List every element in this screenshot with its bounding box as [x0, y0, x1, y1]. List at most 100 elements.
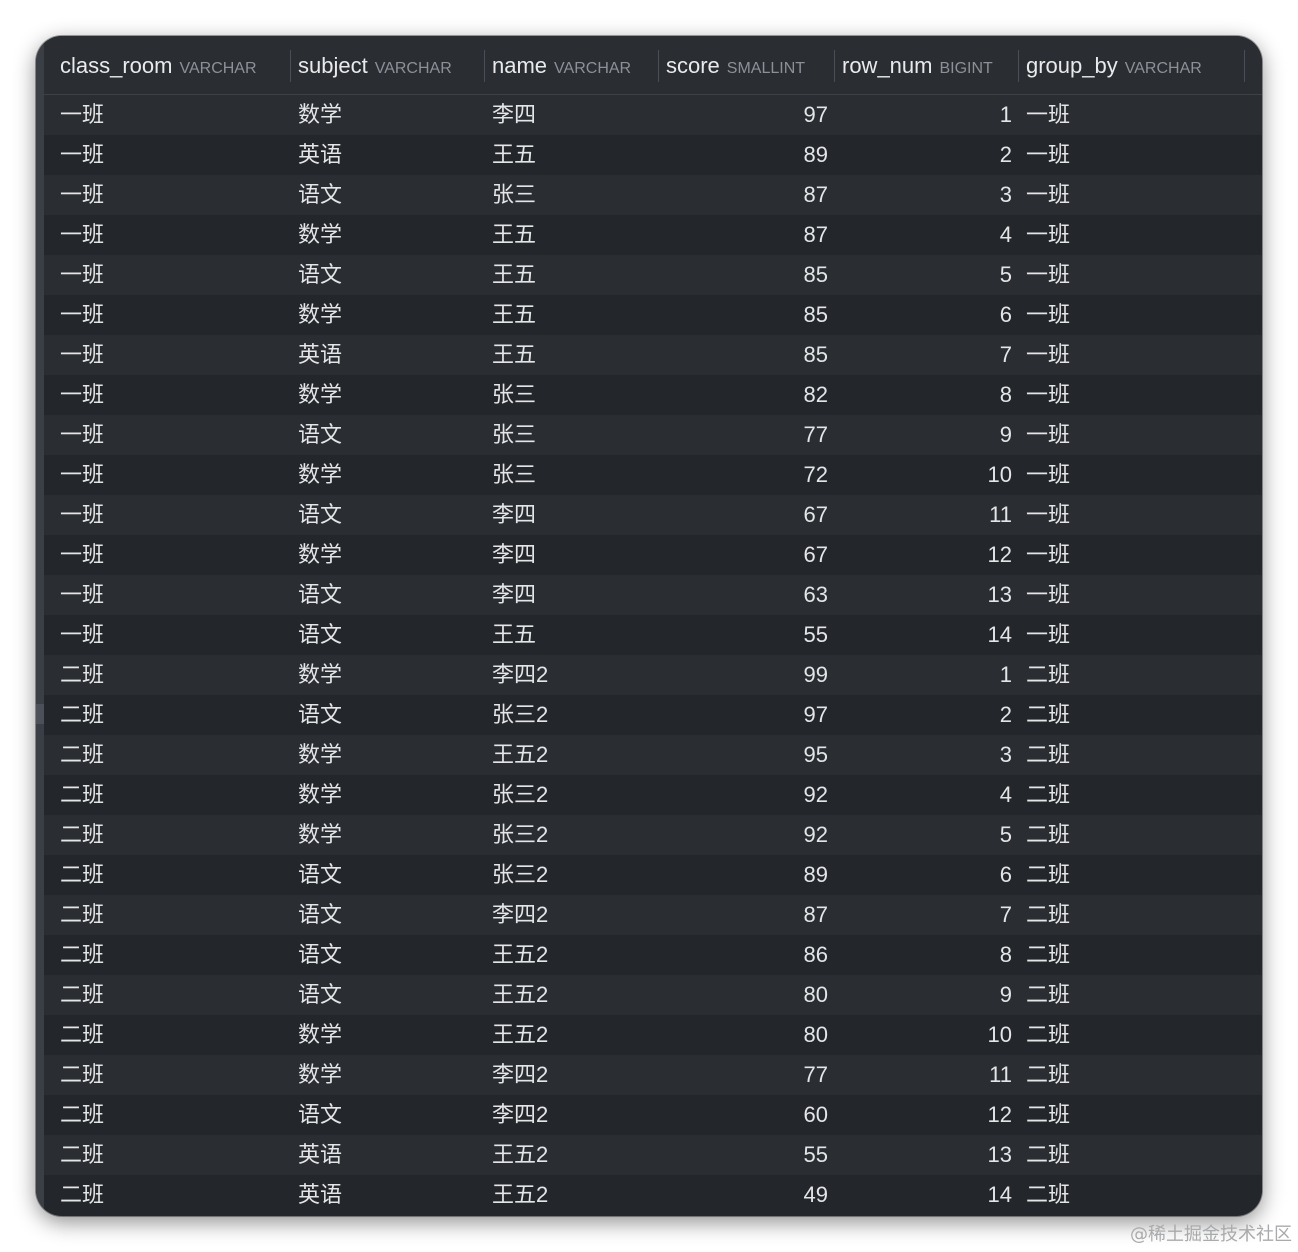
cell-group-by[interactable]: 二班 [1026, 975, 1070, 1015]
cell-group-by[interactable]: 一班 [1026, 95, 1070, 135]
cell-subject[interactable]: 语文 [298, 1095, 342, 1135]
cell-name[interactable]: 李四2 [492, 895, 548, 935]
cell-row-num[interactable]: 13 [844, 1135, 1012, 1175]
cell-name[interactable]: 王五 [492, 215, 536, 255]
cell-class-room[interactable]: 二班 [60, 975, 104, 1015]
cell-group-by[interactable]: 一班 [1026, 495, 1070, 535]
table-row[interactable]: 二班 语文 王五2 80 9 二班 [44, 975, 1262, 1015]
table-row[interactable]: 二班 数学 张三2 92 5 二班 [44, 815, 1262, 855]
table-row[interactable]: 一班 语文 王五 55 14 一班 [44, 615, 1262, 655]
cell-subject[interactable]: 语文 [298, 495, 342, 535]
cell-name[interactable]: 王五2 [492, 935, 548, 975]
cell-name[interactable]: 张三2 [492, 695, 548, 735]
cell-name[interactable]: 王五 [492, 295, 536, 335]
cell-row-num[interactable]: 4 [844, 215, 1012, 255]
cell-group-by[interactable]: 一班 [1026, 415, 1070, 455]
cell-row-num[interactable]: 12 [844, 1095, 1012, 1135]
cell-subject[interactable]: 英语 [298, 335, 342, 375]
table-row[interactable]: 二班 语文 张三2 97 2 二班 [44, 695, 1262, 735]
cell-row-num[interactable]: 14 [844, 615, 1012, 655]
cell-subject[interactable]: 数学 [298, 775, 342, 815]
cell-row-num[interactable]: 3 [844, 735, 1012, 775]
column-header-class-room[interactable]: class_room VARCHAR [60, 36, 288, 94]
cell-row-num[interactable]: 6 [844, 855, 1012, 895]
cell-row-num[interactable]: 4 [844, 775, 1012, 815]
cell-subject[interactable]: 数学 [298, 95, 342, 135]
cell-group-by[interactable]: 一班 [1026, 375, 1070, 415]
table-row[interactable]: 一班 语文 李四 63 13 一班 [44, 575, 1262, 615]
cell-row-num[interactable]: 8 [844, 935, 1012, 975]
cell-class-room[interactable]: 一班 [60, 455, 104, 495]
cell-row-num[interactable]: 11 [844, 495, 1012, 535]
cell-row-num[interactable]: 13 [844, 575, 1012, 615]
cell-score[interactable]: 87 [664, 895, 828, 935]
cell-score[interactable]: 85 [664, 295, 828, 335]
table-row[interactable]: 一班 数学 李四 97 1 一班 [44, 95, 1262, 135]
cell-class-room[interactable]: 一班 [60, 535, 104, 575]
cell-score[interactable]: 92 [664, 775, 828, 815]
cell-score[interactable]: 60 [664, 1095, 828, 1135]
cell-class-room[interactable]: 一班 [60, 615, 104, 655]
cell-row-num[interactable]: 10 [844, 1015, 1012, 1055]
cell-subject[interactable]: 数学 [298, 1015, 342, 1055]
table-row[interactable]: 一班 数学 张三 82 8 一班 [44, 375, 1262, 415]
cell-class-room[interactable]: 二班 [60, 1175, 104, 1215]
cell-name[interactable]: 李四 [492, 535, 536, 575]
column-header-subject[interactable]: subject VARCHAR [298, 36, 484, 94]
cell-score[interactable]: 77 [664, 415, 828, 455]
cell-group-by[interactable]: 二班 [1026, 815, 1070, 855]
cell-row-num[interactable]: 5 [844, 815, 1012, 855]
cell-group-by[interactable]: 一班 [1026, 535, 1070, 575]
column-header-row-num[interactable]: row_num BIGINT [842, 36, 1016, 94]
cell-row-num[interactable]: 8 [844, 375, 1012, 415]
cell-subject[interactable]: 语文 [298, 255, 342, 295]
cell-score[interactable]: 87 [664, 175, 828, 215]
cell-group-by[interactable]: 一班 [1026, 615, 1070, 655]
table-row[interactable]: 一班 数学 王五 85 6 一班 [44, 295, 1262, 335]
cell-score[interactable]: 63 [664, 575, 828, 615]
cell-row-num[interactable]: 2 [844, 695, 1012, 735]
cell-group-by[interactable]: 二班 [1026, 855, 1070, 895]
cell-class-room[interactable]: 一班 [60, 415, 104, 455]
table-row[interactable]: 二班 英语 王五2 49 14 二班 [44, 1175, 1262, 1215]
cell-row-num[interactable]: 9 [844, 975, 1012, 1015]
cell-score[interactable]: 99 [664, 655, 828, 695]
cell-group-by[interactable]: 二班 [1026, 895, 1070, 935]
cell-group-by[interactable]: 一班 [1026, 335, 1070, 375]
cell-class-room[interactable]: 二班 [60, 695, 104, 735]
cell-class-room[interactable]: 二班 [60, 855, 104, 895]
cell-group-by[interactable]: 二班 [1026, 1015, 1070, 1055]
cell-subject[interactable]: 语文 [298, 575, 342, 615]
cell-name[interactable]: 张三2 [492, 775, 548, 815]
cell-class-room[interactable]: 一班 [60, 215, 104, 255]
cell-class-room[interactable]: 二班 [60, 935, 104, 975]
cell-name[interactable]: 李四 [492, 575, 536, 615]
cell-name[interactable]: 王五2 [492, 1015, 548, 1055]
cell-group-by[interactable]: 一班 [1026, 215, 1070, 255]
cell-row-num[interactable]: 10 [844, 455, 1012, 495]
cell-row-num[interactable]: 12 [844, 535, 1012, 575]
cell-subject[interactable]: 语文 [298, 935, 342, 975]
cell-score[interactable]: 72 [664, 455, 828, 495]
cell-group-by[interactable]: 二班 [1026, 1055, 1070, 1095]
cell-group-by[interactable]: 二班 [1026, 1135, 1070, 1175]
cell-row-num[interactable]: 7 [844, 895, 1012, 935]
table-row[interactable]: 一班 数学 王五 87 4 一班 [44, 215, 1262, 255]
table-row[interactable]: 二班 数学 张三2 92 4 二班 [44, 775, 1262, 815]
cell-subject[interactable]: 语文 [298, 975, 342, 1015]
cell-row-num[interactable]: 14 [844, 1175, 1012, 1215]
cell-class-room[interactable]: 二班 [60, 1055, 104, 1095]
cell-row-num[interactable]: 11 [844, 1055, 1012, 1095]
table-row[interactable]: 一班 语文 张三 87 3 一班 [44, 175, 1262, 215]
cell-group-by[interactable]: 一班 [1026, 295, 1070, 335]
cell-group-by[interactable]: 二班 [1026, 695, 1070, 735]
cell-score[interactable]: 85 [664, 335, 828, 375]
cell-class-room[interactable]: 二班 [60, 1135, 104, 1175]
cell-subject[interactable]: 数学 [298, 215, 342, 255]
cell-score[interactable]: 97 [664, 95, 828, 135]
table-row[interactable]: 二班 数学 王五2 95 3 二班 [44, 735, 1262, 775]
cell-score[interactable]: 77 [664, 1055, 828, 1095]
cell-name[interactable]: 王五 [492, 615, 536, 655]
cell-name[interactable]: 张三 [492, 415, 536, 455]
cell-score[interactable]: 85 [664, 255, 828, 295]
